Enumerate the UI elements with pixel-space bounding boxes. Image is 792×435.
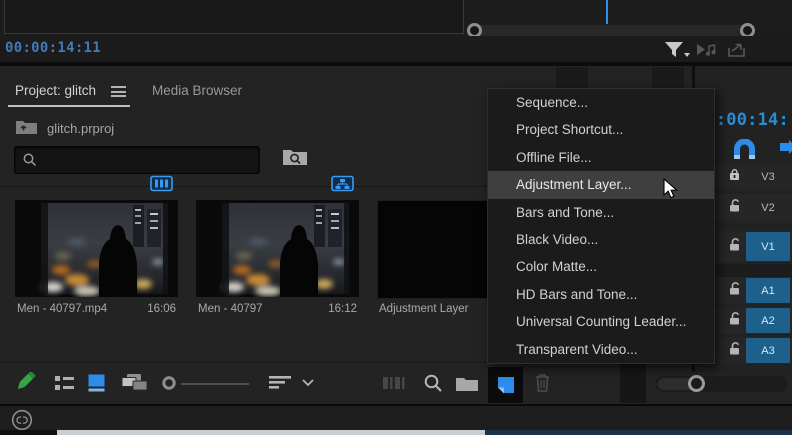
track-target-a1[interactable]: A1 <box>746 278 790 303</box>
tab-project[interactable]: Project: glitch <box>15 83 96 98</box>
lock-open-icon[interactable] <box>728 237 742 256</box>
new-bin-icon[interactable] <box>455 375 479 392</box>
premiere-project-window: 00:00:14:11 Project: glitch Media Browse… <box>0 0 792 435</box>
navigate-up-folder-icon[interactable] <box>15 118 38 135</box>
thumbnail-zoom-slider[interactable] <box>181 383 249 385</box>
snap-magnet-icon[interactable] <box>731 139 758 160</box>
search-input[interactable] <box>14 146 260 174</box>
menu-item-sequence[interactable]: Sequence... <box>488 89 714 116</box>
lock-open-icon[interactable] <box>728 198 742 217</box>
zoom-out-dot-icon[interactable] <box>162 376 177 391</box>
mouse-cursor <box>663 178 679 200</box>
menu-item-color-matte[interactable]: Color Matte... <box>488 253 714 280</box>
delete-trash-icon[interactable] <box>533 372 553 393</box>
chevron-down-icon[interactable] <box>302 379 314 387</box>
sequence-badge-icon <box>331 175 354 192</box>
monitor-zoom-scrollbar[interactable] <box>468 25 754 36</box>
track-target-a3[interactable]: A3 <box>746 338 790 363</box>
active-tab-underline <box>8 105 130 107</box>
menu-item-black-video[interactable]: Black Video... <box>488 226 714 253</box>
panel-divider <box>0 62 792 66</box>
new-item-icon <box>497 376 515 394</box>
item-duration: 16:12 <box>328 303 357 315</box>
menu-item-hd-bars-and-tone[interactable]: HD Bars and Tone... <box>488 281 714 308</box>
tab-media-browser[interactable]: Media Browser <box>152 83 242 98</box>
menu-item-offline-file[interactable]: Offline File... <box>488 144 714 171</box>
menu-item-transparent-video[interactable]: Transparent Video... <box>488 336 714 363</box>
monitor-bottom-strip <box>0 0 792 36</box>
lock-open-icon[interactable] <box>728 341 742 360</box>
menu-item-bars-and-tone[interactable]: Bars and Tone... <box>488 199 714 226</box>
icon-view-icon[interactable] <box>88 374 106 392</box>
find-icon[interactable] <box>424 374 443 393</box>
item-duration: 16:06 <box>147 303 176 315</box>
playhead-indicator[interactable] <box>606 0 608 24</box>
status-bar <box>0 404 792 432</box>
writable-pencil-icon <box>15 372 38 395</box>
track-target-v3[interactable]: V3 <box>746 165 790 188</box>
project-panel-toolbar <box>0 362 692 404</box>
panel-gap <box>620 363 646 403</box>
track-target-v2[interactable]: V2 <box>746 195 790 220</box>
automate-to-sequence-icon[interactable] <box>383 376 410 390</box>
menu-item-universal-counting-leader[interactable]: Universal Counting Leader... <box>488 308 714 335</box>
monitor-timecode-row: 00:00:14:11 <box>0 36 792 62</box>
timeline-scrollbar-handle[interactable] <box>688 375 705 392</box>
find-in-project-icon[interactable] <box>282 147 308 166</box>
bottom-scrollbar-thumb[interactable] <box>57 430 485 435</box>
new-item-menu: Sequence... Project Shortcut... Offline … <box>487 88 715 364</box>
track-target-v1[interactable]: V1 <box>746 232 790 261</box>
video-clip-badge-icon <box>150 175 173 192</box>
lock-closed-icon[interactable] <box>728 168 741 186</box>
new-item-button[interactable] <box>487 366 524 404</box>
creative-cloud-icon[interactable] <box>11 409 33 431</box>
list-view-icon[interactable] <box>54 375 75 392</box>
sequence-thumbnail[interactable] <box>196 200 359 297</box>
menu-item-project-shortcut[interactable]: Project Shortcut... <box>488 116 714 143</box>
clip-thumbnail[interactable] <box>15 200 178 297</box>
search-icon <box>23 153 37 167</box>
panel-menu-icon[interactable] <box>111 86 126 97</box>
track-target-a2[interactable]: A2 <box>746 308 790 333</box>
lock-open-icon[interactable] <box>728 311 742 330</box>
bottom-scrollbar-track[interactable] <box>485 430 792 435</box>
menu-item-adjustment-layer[interactable]: Adjustment Layer... <box>488 171 714 198</box>
export-frame-icon[interactable] <box>727 42 748 58</box>
lock-open-icon[interactable] <box>728 281 742 300</box>
program-monitor-edge <box>4 0 464 34</box>
linked-selection-icon[interactable] <box>780 140 792 158</box>
filter-icon[interactable] <box>664 41 691 59</box>
bottom-scrollbar[interactable] <box>0 430 792 435</box>
freeform-view-icon[interactable] <box>121 373 149 392</box>
monitor-timecode[interactable]: 00:00:14:11 <box>5 40 101 56</box>
play-audio-preview-icon[interactable] <box>696 42 719 58</box>
sort-icon[interactable] <box>269 375 293 390</box>
breadcrumb[interactable]: glitch.prproj <box>47 121 114 136</box>
